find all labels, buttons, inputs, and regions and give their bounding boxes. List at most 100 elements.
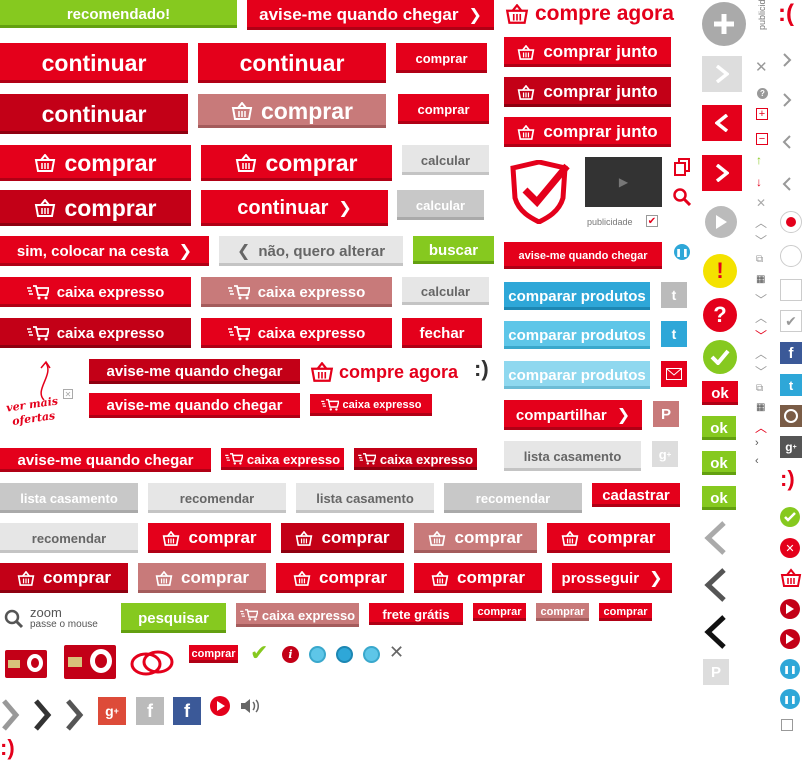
buy-button[interactable]: comprar [547, 523, 670, 553]
chevron-left-large-icons[interactable] [702, 520, 728, 660]
googleplus-icon[interactable]: g + [98, 697, 126, 725]
express-checkout-button-disabled[interactable]: caixa expresso [236, 603, 359, 627]
chevron-right-button[interactable] [702, 155, 742, 191]
chevron-up-icon[interactable]: ︿ [755, 419, 767, 436]
share-button[interactable]: compartilhar ❯ [504, 400, 642, 430]
facebook-icon[interactable]: f [136, 697, 164, 725]
play-icon[interactable] [210, 696, 230, 716]
buy-button-tiny[interactable]: comprar [189, 645, 238, 663]
compare-products-button[interactable]: comparar produtos [504, 321, 650, 349]
search-submit-button[interactable]: pesquisar [121, 603, 226, 633]
close-icon[interactable]: ✕ [756, 196, 766, 210]
notify-me-button[interactable]: avise-me quando chegar [0, 448, 211, 472]
dot-active-icon[interactable] [309, 646, 326, 663]
notify-me-button-small[interactable]: avise-me quando chegar [504, 242, 662, 269]
buy-button[interactable]: comprar [0, 563, 128, 593]
buy-button-tiny[interactable]: comprar [599, 603, 652, 621]
chevron-arrows-icon[interactable] [0, 699, 90, 731]
close-circle-icon[interactable]: ✕ [780, 538, 800, 558]
wedding-list-button[interactable]: lista casamento [296, 483, 434, 513]
buy-button-disabled[interactable]: comprar [138, 563, 266, 593]
checkbox-checked[interactable]: ✔ [780, 310, 802, 332]
expand-icon[interactable]: + [756, 108, 768, 120]
chevron-down-icon[interactable]: ﹀ [755, 363, 767, 380]
window-icon[interactable]: ⧉ [756, 254, 763, 265]
close-icon[interactable]: ✕ [63, 389, 73, 399]
checkbox-unchecked[interactable] [780, 279, 802, 301]
pause-icon[interactable]: ❚❚ [674, 244, 690, 260]
twitter-icon[interactable]: t [661, 321, 687, 347]
buy-button-disabled[interactable]: comprar [414, 523, 537, 553]
express-checkout-button[interactable]: caixa expresso [201, 318, 392, 348]
express-checkout-button-small[interactable]: caixa expresso [221, 448, 344, 470]
copy-icon[interactable] [674, 158, 690, 176]
buy-button[interactable]: comprar [276, 563, 404, 593]
facebook-icon[interactable]: f [173, 697, 201, 725]
calculate-button-disabled[interactable]: calcular [397, 190, 484, 220]
buy-together-button[interactable]: comprar junto [504, 37, 671, 67]
video-thumbnail[interactable]: ▶ [585, 157, 662, 207]
radio-selected[interactable] [780, 211, 802, 233]
buy-button[interactable]: comprar [281, 523, 404, 553]
pinterest-icon[interactable]: P [653, 401, 679, 427]
ok-button[interactable]: ok [702, 451, 736, 475]
grid-icon[interactable]: ▦ [756, 402, 765, 413]
buy-now-link[interactable]: compre agora [505, 0, 674, 28]
recommend-button[interactable]: recomendar [148, 483, 286, 513]
recommend-button[interactable]: recomendar [0, 523, 138, 553]
continue-button[interactable]: continuar [0, 94, 188, 134]
continue-button[interactable]: continuar ❯ [201, 190, 388, 226]
play-icon[interactable] [780, 629, 800, 649]
mail-icon[interactable] [661, 361, 687, 387]
wedding-list-button-disabled[interactable]: lista casamento [0, 483, 138, 513]
express-checkout-button[interactable]: caixa expresso [0, 318, 191, 348]
recommend-button-disabled[interactable]: recomendar [444, 483, 582, 513]
chevron-left-button[interactable] [702, 105, 742, 141]
dot-icon[interactable] [363, 646, 380, 663]
wedding-list-button[interactable]: lista casamento [504, 441, 641, 471]
chevron-icons[interactable] [782, 52, 792, 202]
calculate-button[interactable]: calcular [402, 277, 489, 305]
compare-products-button-disabled[interactable]: comparar produtos [504, 361, 650, 389]
compare-products-button[interactable]: comparar produtos [504, 282, 650, 310]
pause-icon[interactable]: ❚❚ [780, 689, 800, 709]
close-button[interactable]: fechar [402, 318, 482, 348]
chevron-right-button[interactable] [702, 56, 742, 92]
pinterest-icon[interactable]: P [703, 659, 729, 685]
twitter-icon[interactable]: t [661, 282, 687, 308]
plus-circle-icon[interactable] [702, 2, 746, 46]
ok-button[interactable]: ok [702, 381, 738, 405]
googleplus-icon[interactable]: g + [780, 436, 802, 458]
instagram-icon[interactable] [780, 405, 802, 427]
grid-icon[interactable]: ▦ [756, 274, 765, 285]
notify-me-button[interactable]: avise-me quando chegar [89, 359, 300, 384]
buy-button[interactable]: comprar [148, 523, 271, 553]
checkbox-unchecked[interactable] [781, 719, 793, 731]
pause-icon[interactable]: ❚❚ [780, 659, 800, 679]
ok-button[interactable]: ok [702, 416, 736, 440]
express-checkout-button-disabled[interactable]: caixa expresso [201, 277, 392, 307]
buy-together-button[interactable]: comprar junto [504, 117, 671, 147]
buy-button-small[interactable]: comprar [398, 94, 489, 124]
search-button[interactable]: buscar [413, 236, 494, 264]
chevron-down-icon[interactable]: ﹀ [755, 291, 767, 308]
search-icon[interactable] [673, 188, 691, 206]
dot-icon[interactable] [336, 646, 353, 663]
chevron-left-icon[interactable]: ‹ [755, 455, 759, 467]
help-icon[interactable]: ? [703, 298, 737, 332]
buy-button-tiny-disabled[interactable]: comprar [536, 603, 589, 621]
window-icon[interactable]: ⧉ [756, 383, 763, 394]
speaker-icon[interactable] [240, 698, 260, 714]
close-icon[interactable]: ✕ [389, 642, 404, 663]
facebook-icon[interactable]: f [780, 342, 802, 364]
buy-now-link[interactable]: compre agora [310, 358, 458, 386]
play-icon[interactable] [705, 206, 737, 238]
chevron-up-icon[interactable]: ︿ [755, 345, 767, 362]
buy-button-tiny[interactable]: comprar [473, 603, 526, 621]
express-checkout-button-small[interactable]: caixa expresso [354, 448, 477, 470]
buy-together-button[interactable]: comprar junto [504, 77, 671, 107]
buy-button-disabled[interactable]: comprar [198, 94, 386, 128]
buy-button[interactable]: comprar [0, 190, 191, 226]
express-checkout-button[interactable]: caixa expresso [0, 277, 191, 307]
chevron-down-icon[interactable]: ﹀ [755, 327, 767, 344]
